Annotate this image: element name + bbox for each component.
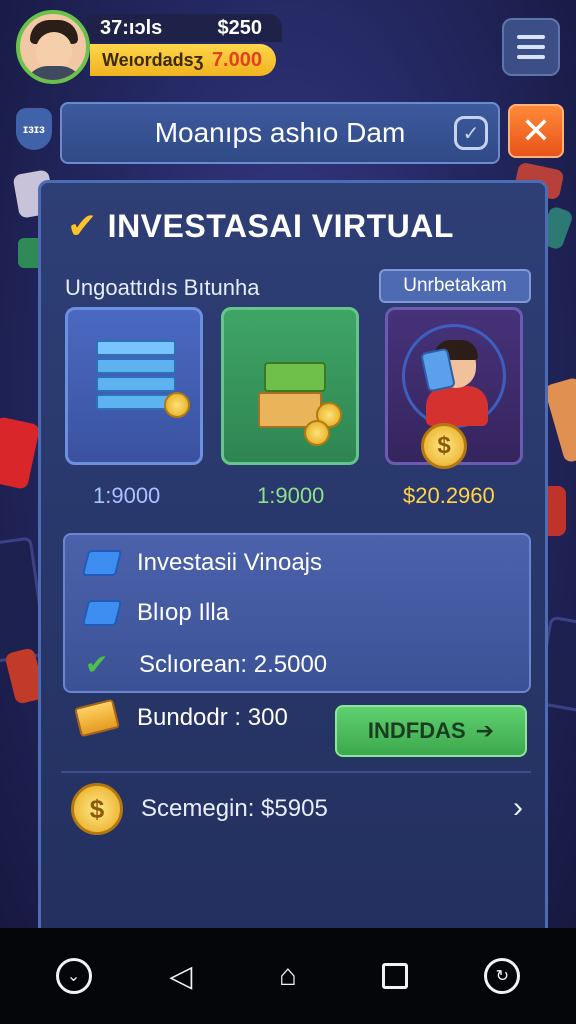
bg-card-decoration-right: [543, 376, 576, 464]
wallet-label: Weıordadsʒ: [102, 49, 204, 70]
close-icon: ✕: [520, 110, 552, 151]
card-price-1: 1:9000: [93, 483, 161, 508]
hud-header: 37:ıɔls $250 Weıordadsʒ 7.000: [0, 0, 576, 94]
check-icon[interactable]: ✓: [454, 116, 488, 150]
menu-button[interactable]: [502, 18, 560, 76]
nav-extra-button[interactable]: ↻: [478, 952, 526, 1000]
coin-icon: $: [71, 783, 123, 835]
cash-icon: [264, 362, 326, 392]
card-price-2: 1:9000: [257, 483, 325, 508]
investment-card-cash-box[interactable]: [221, 307, 359, 465]
green-check-icon: ✔: [85, 649, 109, 680]
dollar-coin-icon: $: [421, 423, 467, 469]
back-triangle-icon: ◁: [169, 959, 193, 993]
nav-home-button[interactable]: ⌂: [264, 952, 312, 1000]
shield-badge-icon[interactable]: ɪɜɪɜ: [16, 108, 52, 150]
recents-square-icon: [382, 963, 409, 989]
avatar[interactable]: [16, 10, 90, 84]
info-row: ✔ Sclıorean: 2.5000: [85, 649, 328, 680]
divider: [61, 771, 531, 773]
system-nav-bar: ⌄ ◁ ⌂ ↻: [0, 928, 576, 1024]
panel-title-row: ✔ INVESTASAI VIRTUAL: [67, 205, 454, 247]
arrow-right-icon: ➔: [475, 718, 495, 743]
investment-panel: ✔ INVESTASAI VIRTUAL Ungoattıdıs Bıtunha…: [38, 180, 548, 940]
chevron-right-icon: ›: [513, 791, 523, 824]
bonus-row[interactable]: $ Scemegin: $5905 ›: [71, 779, 531, 839]
stats-bar: 37:ıɔls $250: [86, 14, 282, 42]
nav-back-button[interactable]: ◁: [157, 952, 205, 1000]
close-button[interactable]: ✕: [508, 104, 564, 158]
ticket-icon: [73, 698, 121, 738]
wallet-value: 7.000: [211, 48, 262, 71]
nav-assistant-button[interactable]: ⌄: [50, 952, 98, 1000]
screen-title-bar: Moanıps ashıo Dam ✓: [60, 102, 500, 164]
filter-button[interactable]: Unrbetakam: [379, 269, 531, 303]
bundle-row: Bundodr : 300: [73, 698, 288, 738]
wallet-bar: Weıordadsʒ 7.000: [90, 44, 276, 76]
home-icon: ⌂: [278, 959, 298, 992]
screen-title: Moanıps ashıo Dam: [154, 117, 406, 148]
gold-check-icon: ✔: [67, 205, 98, 246]
coin-icon: [164, 392, 190, 418]
invest-button[interactable]: INDFDAS ➔: [335, 705, 527, 757]
cube-icon: [81, 600, 123, 626]
investment-card-data-blocks[interactable]: [65, 307, 203, 465]
chevron-down-circle-icon: ⌄: [55, 958, 92, 994]
bonus-label: Scemegin: $5905: [141, 795, 328, 822]
info-row: Investasii Vinoajs: [81, 549, 322, 577]
bg-dollar-card-decoration: [0, 416, 41, 490]
card-price-3: $20.2960: [403, 483, 495, 508]
rotate-icon: ↻: [484, 958, 521, 994]
stat-money: $250: [217, 16, 263, 39]
panel-title: INVESTASAI VIRTUAL: [107, 207, 454, 244]
stat-left: 37:ıɔls: [100, 16, 163, 39]
info-box: Investasii Vinoajs Blıop Illa ✔ Sclıorea…: [63, 533, 531, 693]
cube-icon: [81, 550, 123, 576]
hamburger-icon: [517, 35, 545, 39]
info-row: Blıop Illa: [81, 599, 229, 627]
section-label: Ungoattıdıs Bıtunha: [65, 275, 260, 300]
bundle-label: Bundodr : 300: [137, 704, 288, 731]
nav-recents-button[interactable]: [371, 952, 419, 1000]
